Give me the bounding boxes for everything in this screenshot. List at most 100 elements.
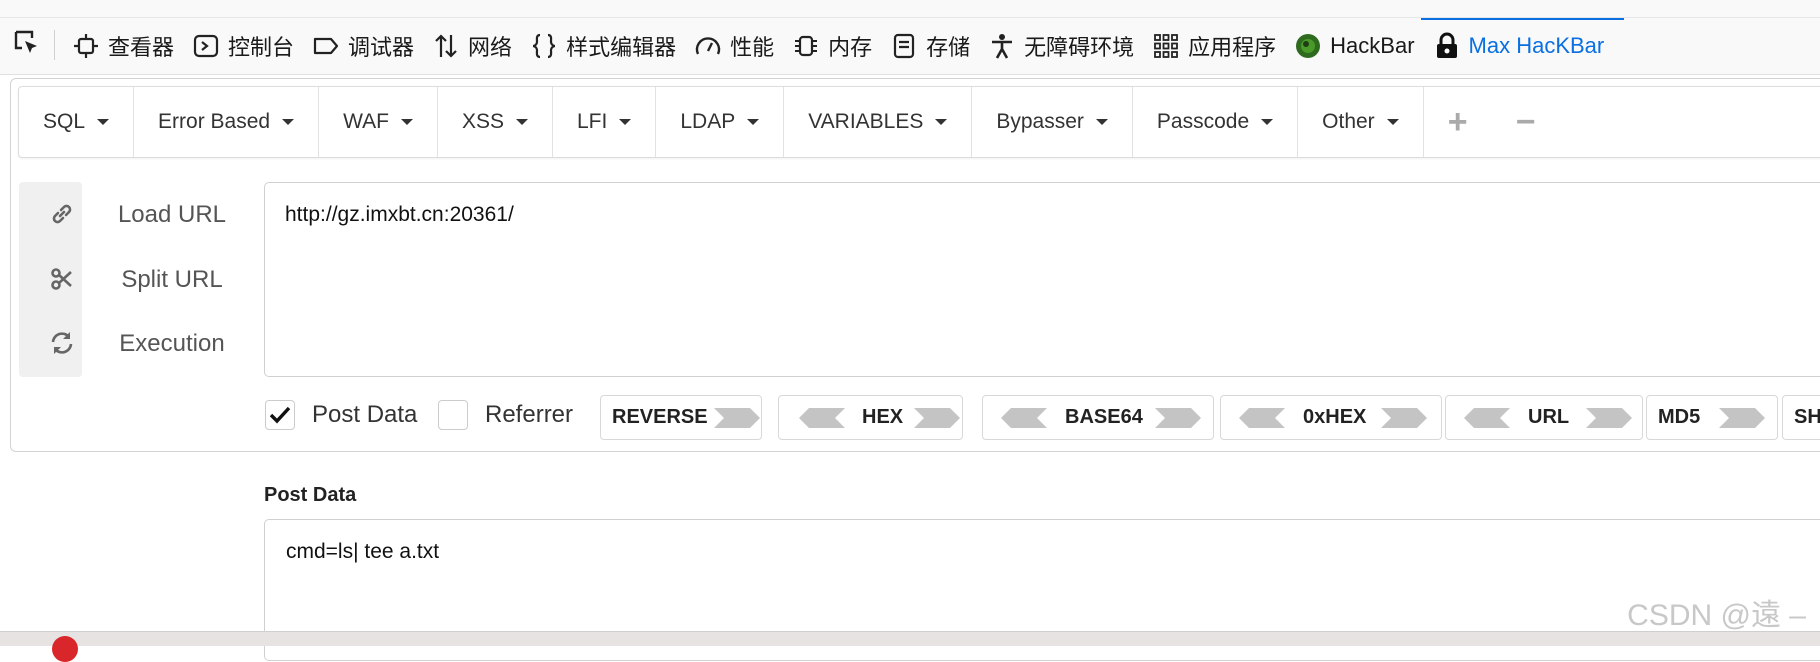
- tab-label: 网络: [468, 35, 513, 60]
- add-button[interactable]: +: [1424, 87, 1492, 157]
- tab-inspector[interactable]: 查看器: [68, 18, 188, 74]
- encoder-label: REVERSE: [612, 406, 708, 428]
- debugger-icon: [313, 37, 339, 55]
- hex-button[interactable]: HEX: [778, 395, 963, 440]
- referrer-checkbox[interactable]: [438, 400, 468, 430]
- right-arrow-icon: [714, 408, 760, 428]
- menu-label: Passcode: [1156, 110, 1250, 133]
- menu-label: VARIABLES: [808, 110, 924, 133]
- tab-label: 存储: [926, 35, 971, 60]
- left-arrow-icon: [1001, 408, 1047, 428]
- tab-memory[interactable]: 内存: [788, 18, 886, 74]
- hackbar-menubar: SQL Error Based WAF XSS LFI LDAP VARIABL…: [18, 86, 1820, 158]
- encoder-label: SH: [1794, 406, 1820, 428]
- menu-ldap[interactable]: LDAP: [656, 87, 785, 157]
- post-data-checkbox[interactable]: [265, 400, 295, 430]
- bottom-taskbar-strip: [0, 631, 1820, 646]
- encoder-label: BASE64: [1065, 406, 1143, 428]
- menu-label: XSS: [461, 110, 504, 133]
- menu-lfi[interactable]: LFI: [553, 87, 657, 157]
- execution-button[interactable]: Execution: [96, 330, 248, 358]
- toolbar-separator: [54, 30, 55, 60]
- tab-console[interactable]: 控制台: [188, 18, 308, 74]
- referrer-label: Referrer: [485, 401, 574, 428]
- tab-application[interactable]: 应用程序: [1148, 18, 1290, 74]
- tab-max-hackbar[interactable]: Max HacKBar: [1420, 18, 1624, 74]
- devtools-toolbar: 查看器 控制台 调试器 网络 样式编辑器 性能 内存 存储 无障碍环境 应用程序…: [0, 0, 1820, 75]
- reverse-button[interactable]: REVERSE: [600, 395, 762, 440]
- url-value: http://gz.imxbt.cn:20361/: [285, 203, 514, 226]
- caret-down-icon: [1261, 119, 1274, 125]
- left-arrow-icon: [1239, 408, 1285, 428]
- apps-grid-icon: [1154, 34, 1179, 58]
- menu-error-based[interactable]: Error Based: [134, 87, 320, 157]
- caret-down-icon: [935, 119, 948, 125]
- sha-button[interactable]: SH: [1782, 395, 1820, 440]
- encoder-label: 0xHEX: [1303, 406, 1367, 428]
- menu-label: Other: [1322, 110, 1375, 133]
- menu-xss[interactable]: XSS: [438, 87, 553, 157]
- load-url-button[interactable]: Load URL: [96, 201, 248, 229]
- tab-label: 性能: [730, 35, 775, 60]
- tab-label: 样式编辑器: [566, 35, 677, 60]
- menu-passcode[interactable]: Passcode: [1133, 87, 1299, 157]
- remove-button[interactable]: −: [1492, 87, 1560, 157]
- left-arrow-icon: [1464, 408, 1510, 428]
- red-app-icon[interactable]: [52, 636, 78, 662]
- tab-label: 应用程序: [1188, 35, 1277, 60]
- tab-storage[interactable]: 存储: [886, 18, 984, 74]
- tab-performance[interactable]: 性能: [690, 18, 788, 74]
- tab-label: 控制台: [228, 35, 295, 60]
- post-data-heading: Post Data: [264, 484, 357, 506]
- caret-down-icon: [619, 119, 632, 125]
- menu-bypasser[interactable]: Bypasser: [972, 87, 1133, 157]
- 0xhex-button[interactable]: 0xHEX: [1220, 395, 1442, 440]
- base64-button[interactable]: BASE64: [982, 395, 1214, 440]
- refresh-icon[interactable]: [30, 323, 93, 363]
- element-picker-icon[interactable]: [12, 28, 42, 58]
- caret-down-icon: [1386, 119, 1399, 125]
- tab-hackbar[interactable]: HackBar: [1290, 18, 1428, 74]
- right-arrow-icon: [1586, 408, 1632, 428]
- gauge-icon: [695, 37, 721, 55]
- tab-label: 查看器: [108, 35, 175, 60]
- menu-variables[interactable]: VARIABLES: [784, 87, 973, 157]
- storage-icon: [894, 33, 915, 59]
- url-encode-button[interactable]: URL: [1445, 395, 1643, 440]
- url-textarea[interactable]: http://gz.imxbt.cn:20361/: [264, 182, 1820, 377]
- menu-label: LFI: [577, 110, 608, 133]
- caret-down-icon: [282, 119, 295, 125]
- right-arrow-icon: [1155, 408, 1201, 428]
- tab-debugger[interactable]: 调试器: [308, 18, 428, 74]
- split-url-button[interactable]: Split URL: [96, 266, 248, 294]
- caret-down-icon: [1095, 119, 1108, 125]
- encoder-label: MD5: [1658, 406, 1701, 428]
- menu-label: WAF: [343, 110, 389, 133]
- tab-style-editor[interactable]: 样式编辑器: [526, 18, 690, 74]
- caret-down-icon: [400, 119, 413, 125]
- menu-other[interactable]: Other: [1298, 87, 1424, 157]
- menu-label: Bypasser: [996, 110, 1084, 133]
- tab-accessibility[interactable]: 无障碍环境: [984, 18, 1148, 74]
- caret-down-icon: [516, 119, 528, 125]
- link-icon[interactable]: [30, 194, 93, 234]
- right-arrow-icon: [1719, 408, 1765, 428]
- post-data-value: cmd=ls| tee a.txt: [286, 540, 440, 563]
- tab-network[interactable]: 网络: [428, 18, 526, 74]
- devtools-tabs: 查看器 控制台 调试器 网络 样式编辑器 性能 内存 存储 无障碍环境 应用程序…: [68, 18, 1624, 74]
- tab-label: Max HacKBar: [1468, 33, 1605, 58]
- menu-sql[interactable]: SQL: [19, 87, 135, 157]
- action-icons-column: [19, 182, 82, 377]
- tab-label: 内存: [828, 35, 873, 60]
- braces-icon: [532, 33, 556, 59]
- scissors-icon[interactable]: [30, 259, 93, 299]
- accessibility-icon: [992, 34, 1013, 59]
- menu-label: SQL: [43, 110, 86, 133]
- menu-waf[interactable]: WAF: [319, 87, 438, 157]
- caret-down-icon: [747, 119, 760, 125]
- md5-button[interactable]: MD5: [1646, 395, 1778, 440]
- lock-icon: [1436, 32, 1457, 58]
- hackbar-icon: [1296, 34, 1321, 58]
- right-arrow-icon: [914, 408, 960, 428]
- watermark: CSDN @遠 –: [1627, 599, 1806, 632]
